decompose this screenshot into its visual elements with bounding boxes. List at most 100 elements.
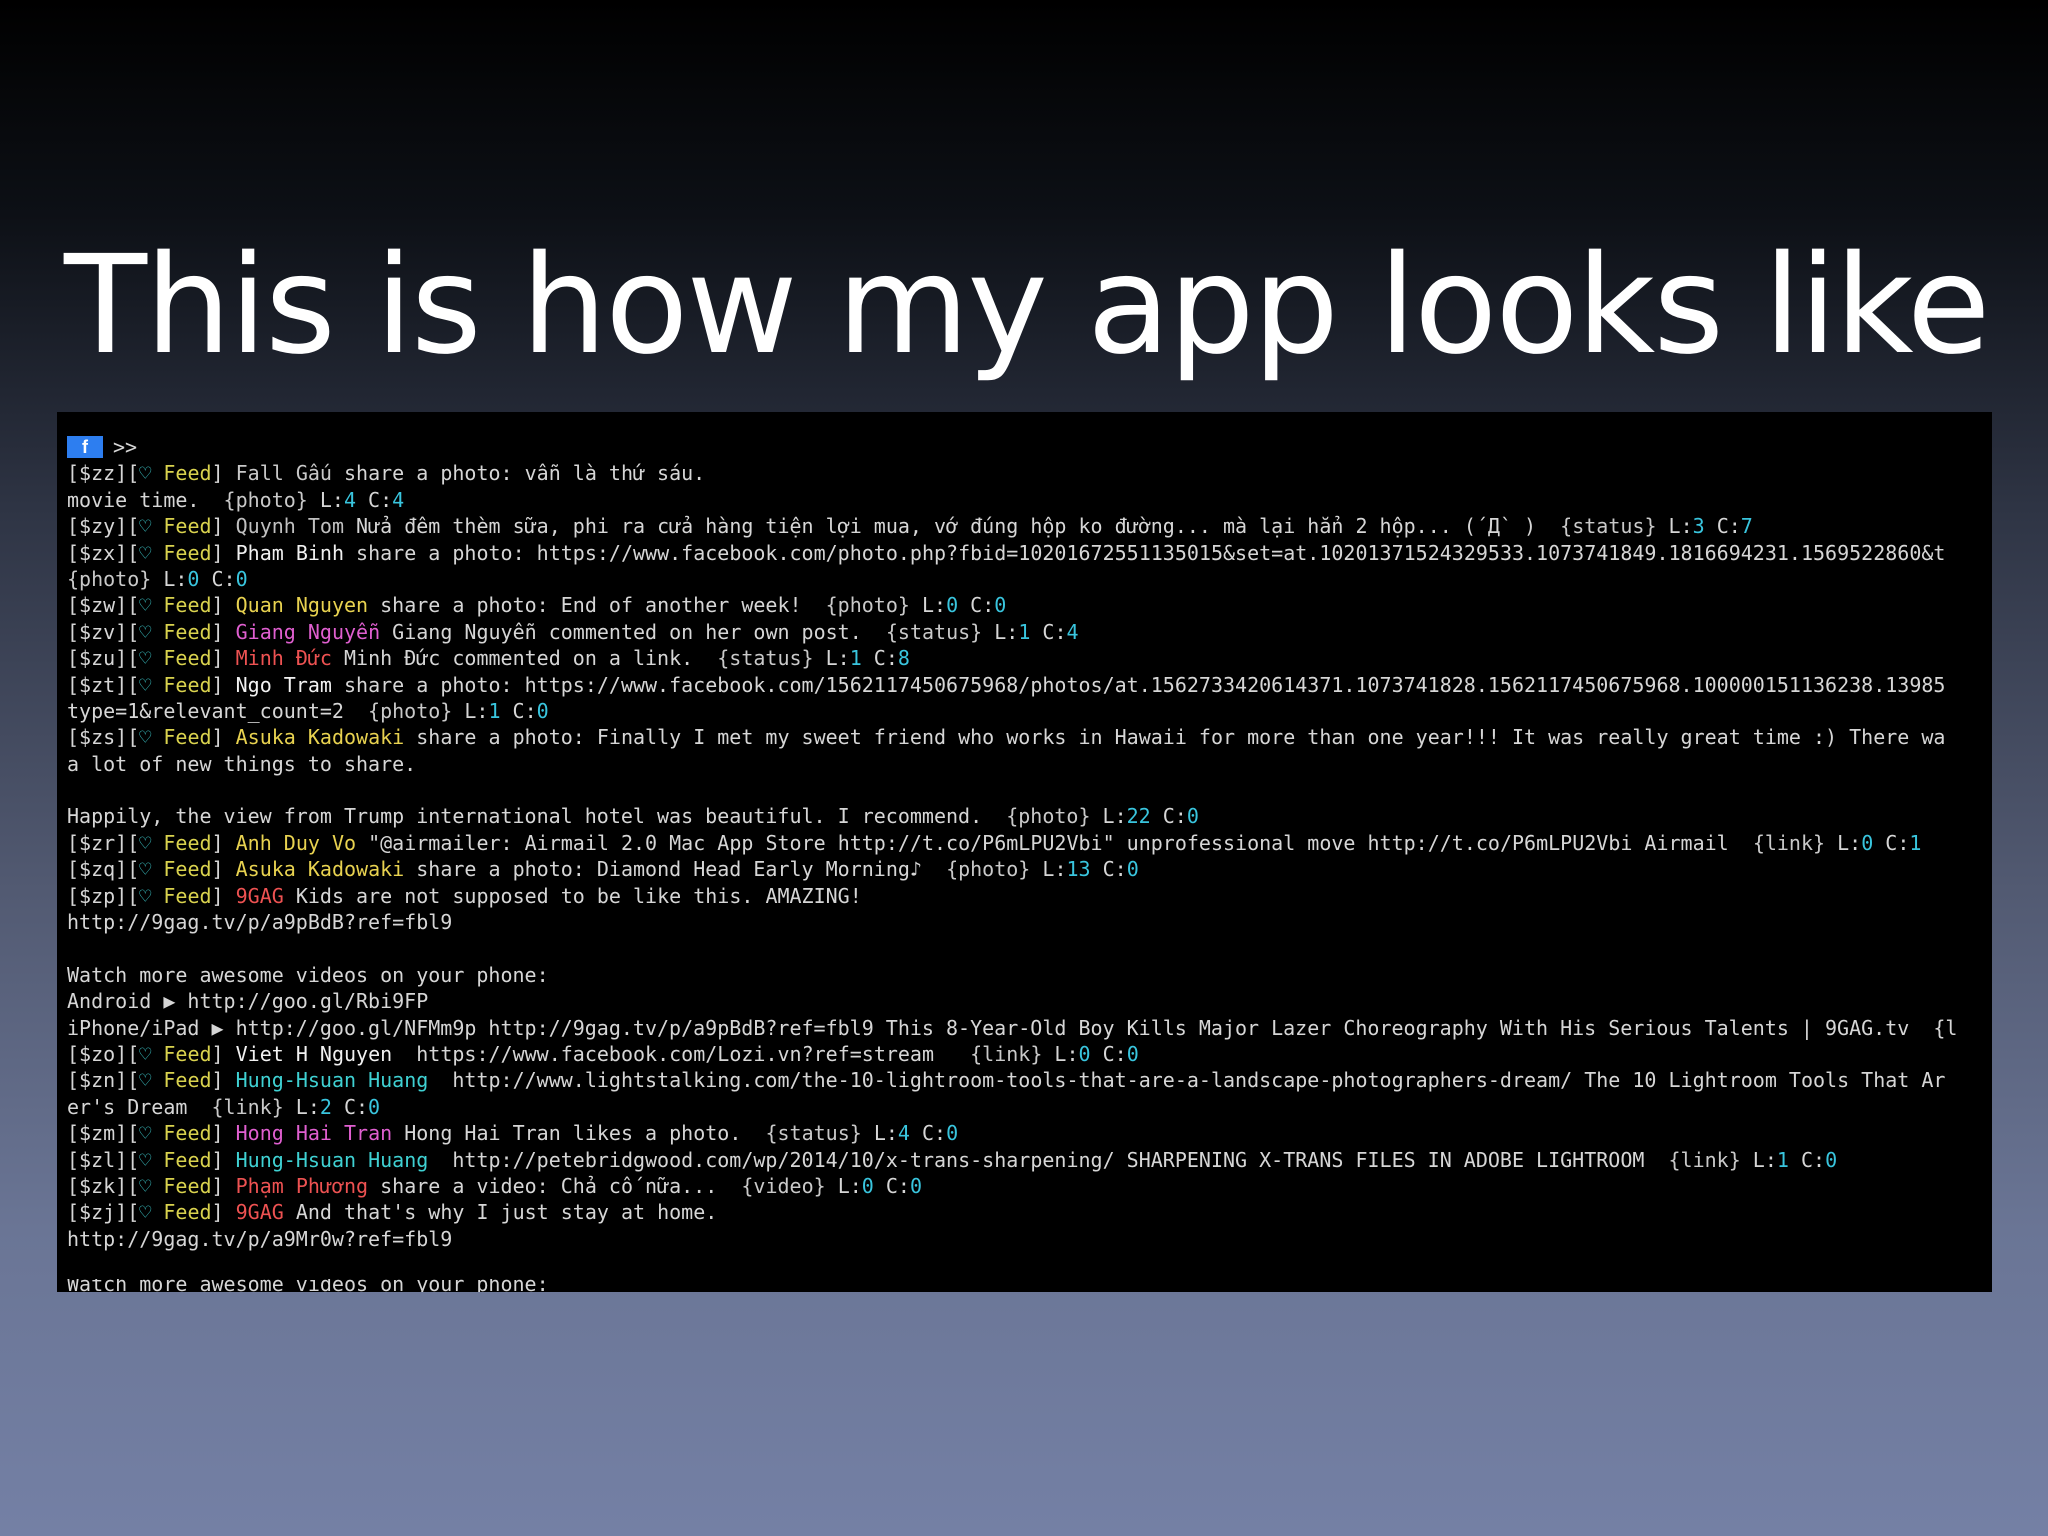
- feed-tag: Feed: [163, 1068, 212, 1093]
- like-label: L:: [1825, 830, 1862, 855]
- feed-tag: Feed: [163, 1041, 212, 1066]
- feed-text: "@airmailer: Airmail 2.0 Mac App Store h…: [356, 830, 1753, 855]
- bracket: [: [127, 593, 140, 618]
- feed-text-line: a lot of new things to share.: [67, 751, 1992, 777]
- feed-item: [$zp][♡ Feed] 9GAG Kids are not supposed…: [67, 883, 1992, 909]
- feed-item: [$zn][♡ Feed] Hung-Hsuan Huang http://ww…: [67, 1067, 1992, 1093]
- comment-label: C:: [1704, 514, 1741, 539]
- feed-text: http://9gag.tv/p/a9Mr0w?ref=fbl9: [67, 1226, 453, 1251]
- comment-count: 0: [536, 698, 549, 723]
- feed-tag: Feed: [163, 540, 212, 565]
- bracket: [: [127, 1068, 140, 1093]
- comment-label: C:: [356, 487, 393, 512]
- heart-icon: ♡: [139, 461, 152, 486]
- comment-label: C:: [199, 566, 236, 591]
- post-type: {photo}: [1006, 804, 1091, 829]
- facebook-icon: f: [67, 436, 103, 459]
- comment-count: 1: [1909, 830, 1922, 855]
- author-name: 9GAG: [235, 1200, 284, 1225]
- feed-item: [$zl][♡ Feed] Hung-Hsuan Huang http://pe…: [67, 1147, 1992, 1173]
- bracket: [: [127, 1041, 140, 1066]
- feed-text-line: type=1&relevant_count=2 {photo} L:1 C:0: [67, 698, 1992, 724]
- post-type: {link}: [1668, 1147, 1741, 1172]
- post-type: {status}: [765, 1121, 862, 1146]
- feed-tag: Feed: [163, 619, 212, 644]
- feed-text: http://www.lightstalking.com/the-10-ligh…: [428, 1068, 1946, 1093]
- feed-tag: Feed: [163, 857, 212, 882]
- feed-text-line: http://9gag.tv/p/a9Mr0w?ref=fbl9: [67, 1226, 1992, 1252]
- like-count: 1: [488, 698, 501, 723]
- post-id: [$zr]: [67, 830, 128, 855]
- like-label: L:: [1030, 857, 1067, 882]
- like-count: 0: [1078, 1041, 1091, 1066]
- post-type: {status}: [885, 619, 983, 644]
- like-count: 13: [1066, 857, 1091, 882]
- like-label: L:: [1656, 514, 1693, 539]
- like-label: L:: [982, 619, 1019, 644]
- comment-label: C:: [1788, 1147, 1826, 1172]
- feed-text: share a photo: Finally I met my sweet fr…: [404, 725, 1946, 750]
- post-type: {link}: [970, 1041, 1043, 1066]
- feed-text: movie time.: [67, 487, 224, 512]
- like-count: 1: [1018, 619, 1031, 644]
- author-name: Asuka Kadowaki: [235, 857, 405, 882]
- post-type: {status}: [717, 646, 814, 671]
- author-name: Quan Nguyen: [235, 593, 369, 618]
- feed-item: [$zx][♡ Feed] Pham Binh share a photo: h…: [67, 540, 1992, 566]
- author-name: Fall Gấu: [235, 461, 332, 486]
- terminal-window[interactable]: f >> [$zz][♡ Feed] Fall Gấu share a phot…: [57, 412, 1992, 1292]
- feed-tag: Feed: [163, 1200, 212, 1225]
- like-count: 22: [1126, 804, 1151, 829]
- author-name: Phạm Phương: [235, 1173, 369, 1198]
- feed-text: Android ▶ http://goo.gl/Rbi9FP: [67, 989, 429, 1014]
- feed-tag: Feed: [163, 1121, 212, 1146]
- heart-icon: ♡: [139, 619, 152, 644]
- like-label: L:: [283, 1094, 320, 1119]
- feed-tag: Feed: [163, 646, 212, 671]
- feed-text-line: http://9gag.tv/p/a9pBdB?ref=fbl9: [67, 909, 1992, 935]
- feed-text: https://www.facebook.com/Lozi.vn?ref=str…: [392, 1041, 971, 1066]
- like-label: L:: [1090, 804, 1127, 829]
- heart-icon: ♡: [139, 830, 152, 855]
- feed-text-line: {photo} L:0 C:0: [67, 566, 1992, 592]
- post-type: {status}: [1560, 514, 1657, 539]
- comment-count: 7: [1740, 514, 1753, 539]
- feed-text-line: Watch more awesome videos on your phone:: [67, 1279, 1992, 1293]
- like-count: 0: [861, 1173, 874, 1198]
- feed-text: Hong Hai Tran likes a photo.: [392, 1121, 766, 1146]
- post-id: [$zj]: [67, 1200, 128, 1225]
- feed-tag: Feed: [163, 725, 212, 750]
- comment-label: C:: [1873, 830, 1910, 855]
- post-type: {link}: [1752, 830, 1826, 855]
- post-type: {photo}: [946, 857, 1031, 882]
- author-name: Hong Hai Tran: [235, 1121, 393, 1146]
- comment-label: C:: [873, 1173, 910, 1198]
- heart-icon: ♡: [139, 1200, 152, 1225]
- feed-text: Minh Đức commented on a link.: [331, 646, 718, 671]
- heart-icon: ♡: [139, 1068, 152, 1093]
- feed-item: [$zv][♡ Feed] Giang Nguyễn Giang Nguyễn …: [67, 619, 1992, 645]
- bracket: [: [127, 1121, 140, 1146]
- heart-icon: ♡: [139, 540, 152, 565]
- post-id: [$zx]: [67, 540, 128, 565]
- comment-count: 0: [946, 1121, 959, 1146]
- author-name: Pham Binh: [235, 540, 344, 565]
- feed-item: [$zz][♡ Feed] Fall Gấu share a photo: vẫ…: [67, 460, 1992, 486]
- feed-text: Kids are not supposed to be like this. A…: [283, 883, 862, 908]
- comment-label: C:: [1090, 857, 1127, 882]
- bracket: ]: [211, 830, 236, 855]
- feed-tag: Feed: [163, 1173, 212, 1198]
- like-label: L:: [825, 1173, 862, 1198]
- feed-text-line: Watch more awesome videos on your phone:: [67, 962, 1992, 988]
- post-id: [$zs]: [67, 725, 128, 750]
- heart-icon: ♡: [139, 883, 152, 908]
- like-label: L:: [909, 593, 947, 618]
- post-type: {photo}: [67, 566, 152, 591]
- like-count: 1: [1776, 1147, 1789, 1172]
- feed-text: a lot of new things to share.: [67, 751, 417, 776]
- bracket: ]: [211, 1041, 236, 1066]
- author-name: Quynh Tom: [235, 514, 344, 539]
- bracket: ]: [211, 857, 236, 882]
